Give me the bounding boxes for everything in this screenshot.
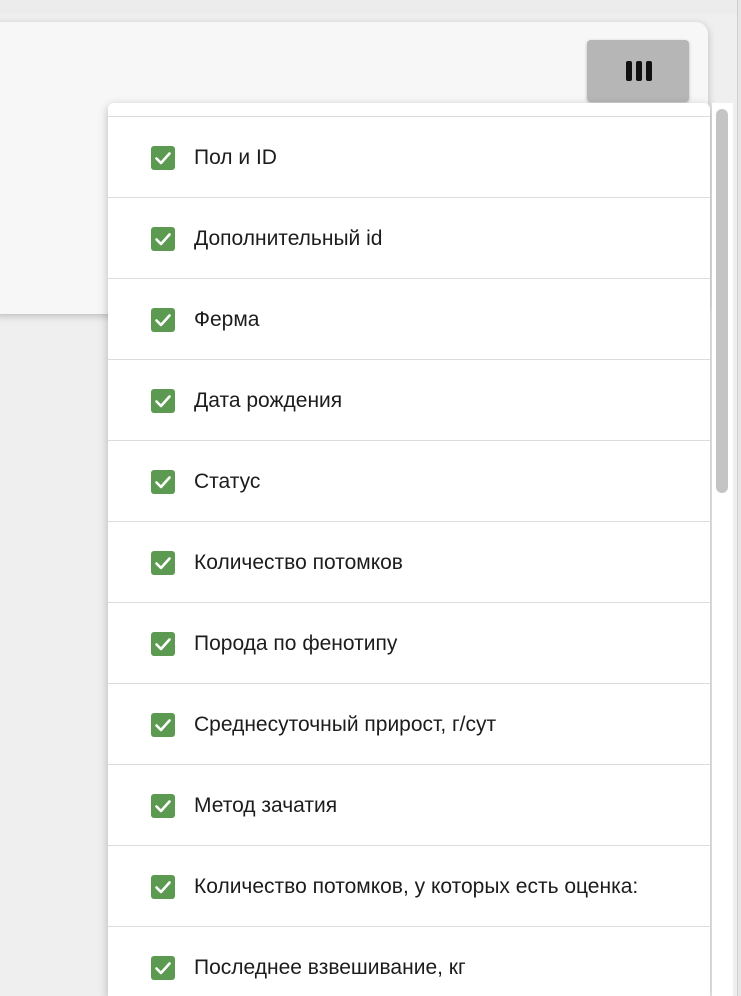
check-icon (155, 395, 171, 408)
check-icon (155, 881, 171, 894)
checkbox-checked[interactable] (151, 632, 175, 656)
column-option[interactable]: Количество потомков, у которых есть оцен… (108, 846, 710, 927)
column-option-label: Дополнительный id (194, 227, 383, 250)
column-option-label: Количество потомков (194, 551, 403, 574)
column-option[interactable]: Пол и ID (108, 117, 710, 198)
column-option[interactable]: Последнее взвешивание, кг (108, 927, 710, 996)
checkbox-checked[interactable] (151, 227, 175, 251)
column-option[interactable]: Среднесуточный прирост, г/сут (108, 684, 710, 765)
column-visibility-menu: Пол и ID Дополнительный id Ферма Дата рожде… (108, 103, 710, 996)
check-icon (155, 962, 171, 975)
checkbox-checked[interactable] (151, 551, 175, 575)
column-option-label: Метод зачатия (194, 794, 338, 817)
column-option-label: Пол и ID (194, 146, 277, 169)
checkbox-checked[interactable] (151, 956, 175, 980)
checkbox-checked[interactable] (151, 794, 175, 818)
column-option-label: Ферма (194, 308, 260, 331)
check-icon (155, 152, 171, 165)
check-icon (155, 314, 171, 327)
checkbox-checked[interactable] (151, 308, 175, 332)
window-right-edge (737, 0, 741, 996)
column-list: Пол и ID Дополнительный id Ферма Дата рожде… (108, 116, 710, 996)
column-option[interactable]: Дата рождения (108, 360, 710, 441)
column-option-label: Дата рождения (194, 389, 343, 412)
check-icon (155, 719, 171, 732)
checkbox-checked[interactable] (151, 713, 175, 737)
menu-scrollbar-thumb[interactable] (716, 109, 728, 493)
column-option[interactable]: Ферма (108, 279, 710, 360)
column-option[interactable]: Метод зачатия (108, 765, 710, 846)
column-option[interactable]: Порода по фенотипу (108, 603, 710, 684)
column-option[interactable]: Дополнительный id (108, 198, 710, 279)
column-option[interactable]: Статус (108, 441, 710, 522)
check-icon (155, 557, 171, 570)
columns-toggle-button[interactable] (587, 40, 689, 102)
column-option-label: Среднесуточный прирост, г/сут (194, 713, 497, 736)
column-option-label: Последнее взвешивание, кг (194, 956, 466, 979)
check-icon (155, 476, 171, 489)
top-strip (0, 0, 741, 14)
checkbox-checked[interactable] (151, 470, 175, 494)
check-icon (155, 800, 171, 813)
checkbox-checked[interactable] (151, 875, 175, 899)
checkbox-checked[interactable] (151, 146, 175, 170)
column-option-label: Статус (194, 470, 261, 493)
check-icon (155, 638, 171, 651)
column-option-label: Порода по фенотипу (194, 632, 398, 655)
column-option[interactable]: Количество потомков (108, 522, 710, 603)
column-option-label: Количество потомков, у которых есть оцен… (194, 875, 639, 898)
view-columns-icon (626, 61, 652, 81)
checkbox-checked[interactable] (151, 389, 175, 413)
check-icon (155, 233, 171, 246)
